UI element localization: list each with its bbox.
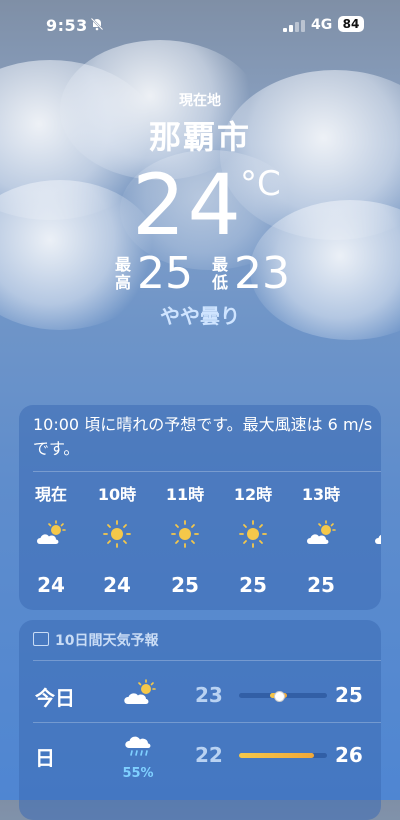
hour-item[interactable]: 現在 24 [19, 481, 83, 597]
temp-range-fill [239, 753, 314, 758]
rain-icon [125, 736, 151, 756]
status-time: 9:53 [46, 16, 88, 35]
hour-label: 12時 [233, 485, 273, 504]
hourly-forecast-card[interactable]: 10:00 頃に晴れの予想です。最大風速は 6 m/s です。 現在 24 10… [19, 405, 381, 610]
hour-temp: 25 [171, 573, 199, 597]
high-label: 最高 [114, 255, 131, 292]
daily-forecast-card[interactable]: 10日間天気予報 今日 23 25 日 55% 22 26 [19, 620, 381, 820]
sun-icon [103, 520, 131, 548]
day-low: 23 [195, 683, 223, 707]
high-low: 最高 25 最低 23 [0, 244, 400, 298]
location-label: 現在地 [179, 93, 221, 109]
hour-temp: 24 [103, 573, 131, 597]
status-bar: 9:53 4G 84 [0, 0, 400, 44]
hourly-list[interactable]: 現在 24 10時 24 11時 25 12時 25 13時 25 [19, 481, 381, 606]
day-high: 26 [335, 743, 363, 767]
day-high: 25 [335, 683, 363, 707]
sun-icon [239, 520, 267, 548]
low-label: 最低 [211, 255, 228, 292]
hour-item[interactable]: 11時 25 [153, 481, 217, 597]
day-label: 日 [35, 746, 55, 770]
network-type: 4G [311, 17, 333, 33]
signal-icon [283, 20, 305, 32]
partly-cloudy-icon [375, 534, 381, 544]
divider [33, 660, 381, 661]
partly-cloudy-icon [307, 520, 336, 544]
hour-label: 1 [357, 481, 381, 505]
day-row[interactable]: 今日 23 25 [19, 670, 381, 720]
hour-label: 11時 [165, 485, 205, 504]
hour-temp: 25 [239, 573, 267, 597]
forecast-summary: 10:00 頃に晴れの予想です。最大風速は 6 m/s です。 [33, 415, 373, 458]
precipitation-chance: 55% [122, 766, 154, 781]
daily-header: 10日間天気予報 [33, 630, 158, 650]
hour-temp: 25 [307, 573, 335, 597]
hour-label: 10時 [97, 485, 137, 504]
low-temperature: 23 [234, 248, 290, 299]
hour-item[interactable]: 10時 24 [85, 481, 149, 597]
divider [33, 471, 381, 472]
hour-item[interactable]: 1 2 [357, 481, 381, 597]
current-weather: 現在地 那覇市 24 °C [0, 90, 400, 254]
current-temp-marker [274, 691, 286, 702]
city-name: 那覇市 [148, 118, 251, 156]
daily-header-label: 10日間天気予報 [55, 633, 159, 649]
bell-muted-icon [90, 17, 104, 31]
current-temperature: 24 [132, 156, 243, 254]
hour-temp: 24 [37, 573, 65, 597]
temperature-unit: °C [240, 164, 281, 204]
partly-cloudy-icon [124, 679, 156, 704]
hour-item[interactable]: 12時 25 [221, 481, 285, 597]
partly-cloudy-icon [37, 520, 66, 544]
hour-item[interactable]: 13時 25 [289, 481, 353, 597]
day-label: 今日 [35, 686, 75, 710]
hour-label: 13時 [301, 485, 341, 504]
hour-temp: 2 [357, 573, 381, 597]
temp-range-bar [239, 691, 327, 702]
divider [33, 722, 381, 723]
day-low: 22 [195, 743, 223, 767]
condition-text: やや曇り [160, 304, 240, 328]
high-temperature: 25 [137, 248, 193, 299]
temp-range-bar [239, 753, 327, 758]
calendar-icon [33, 632, 49, 646]
battery-indicator: 84 [338, 16, 364, 32]
hour-label: 現在 [34, 485, 67, 504]
day-row[interactable]: 日 55% 22 26 [19, 730, 381, 781]
sun-icon [171, 520, 199, 548]
